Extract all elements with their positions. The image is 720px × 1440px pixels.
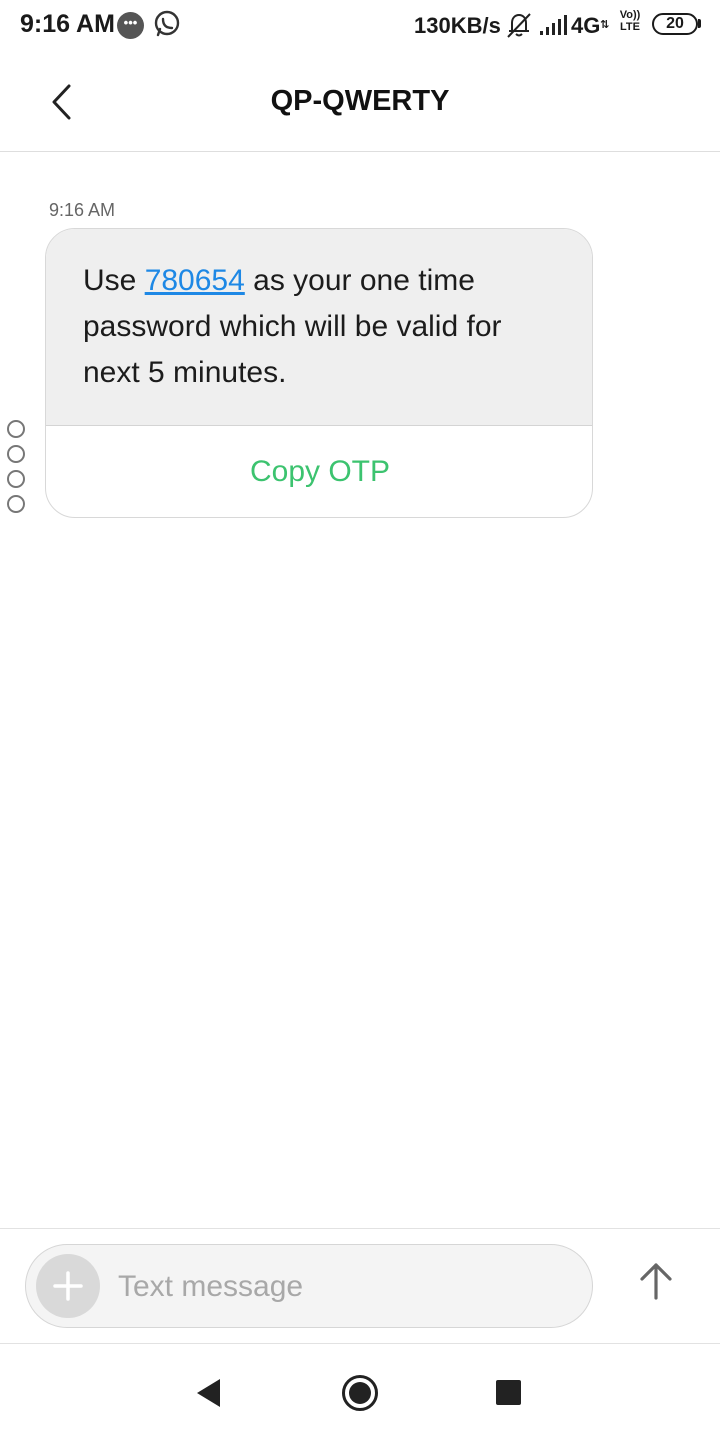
triangle-back-icon[interactable] (194, 1377, 224, 1409)
conversation-header: QP-QWERTY (0, 52, 720, 152)
network-type: 4G (571, 13, 601, 38)
volte-bottom: LTE (620, 21, 640, 33)
status-time: 9:16 AM (20, 10, 115, 38)
otp-link[interactable]: 780654 (145, 264, 245, 297)
page-title: QP-QWERTY (270, 85, 450, 117)
system-nav-bar (0, 1345, 720, 1440)
circle-home-icon[interactable] (341, 1374, 379, 1412)
volte-indicator: Vo)) LTE (616, 9, 644, 33)
message-text: Use 780654 as your one time password whi… (83, 258, 563, 396)
network-speed: 130KB/s (414, 13, 501, 38)
side-handle[interactable] (7, 420, 27, 520)
whatsapp-icon (154, 10, 180, 37)
message-bubble[interactable]: Use 780654 as your one time password whi… (45, 228, 593, 518)
battery-tip (698, 19, 701, 28)
message-input-container (25, 1244, 593, 1328)
message-body: Use 780654 as your one time password whi… (46, 229, 592, 426)
battery-indicator: 20 (652, 13, 698, 35)
square-recents-icon[interactable] (496, 1380, 521, 1405)
signal-bars-icon (540, 15, 567, 35)
data-activity-icon: ⇅ (600, 19, 610, 31)
status-bar: 9:16 AM ••• 130KB/s 4G ⇅ Vo)) LTE 20 (0, 0, 720, 52)
side-handle-dot (7, 420, 25, 438)
arrow-up-icon (640, 1263, 672, 1300)
message-timestamp: 9:16 AM (49, 200, 116, 220)
side-handle-dot (7, 445, 25, 463)
copy-otp-button[interactable]: Copy OTP (46, 426, 592, 517)
add-attachment-button[interactable] (36, 1254, 100, 1318)
plus-icon (53, 1271, 83, 1301)
volte-top: Vo)) (619, 9, 641, 21)
bell-off-icon (507, 13, 531, 38)
message-input[interactable] (118, 1265, 568, 1309)
side-handle-dot (7, 470, 25, 488)
chat-bubble-dots-icon: ••• (117, 12, 144, 39)
send-button[interactable] (634, 1259, 678, 1303)
message-composer (0, 1228, 720, 1344)
side-handle-dot (7, 495, 25, 513)
message-text-before: Use (83, 264, 145, 297)
